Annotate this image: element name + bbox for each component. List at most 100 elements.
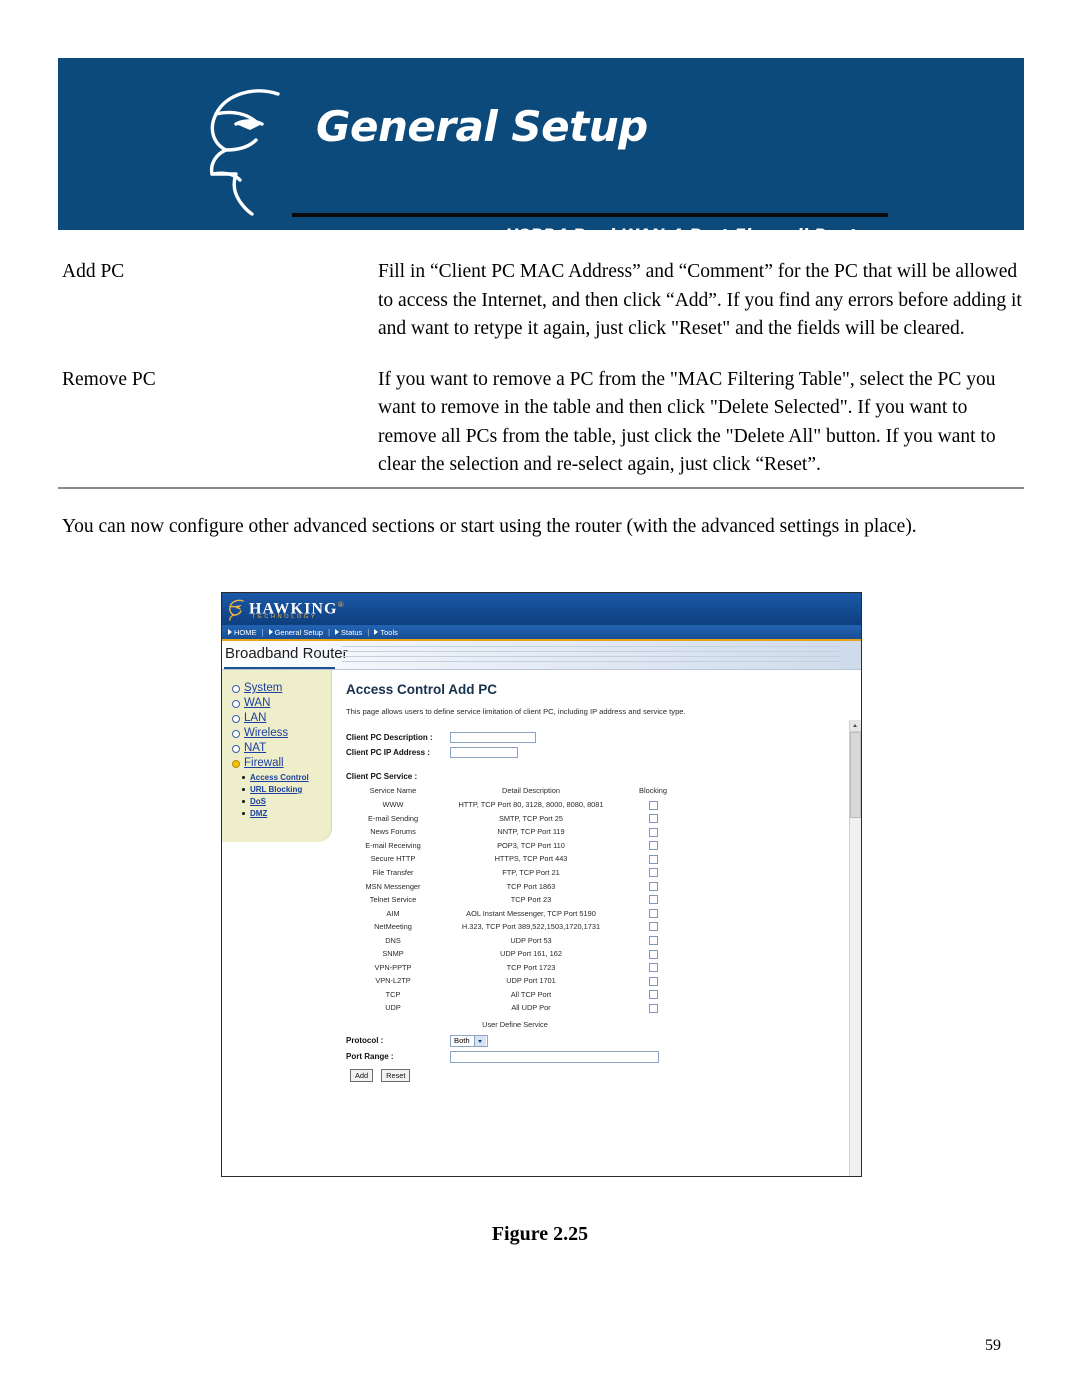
- service-detail: UDP Port 1701: [506, 976, 556, 986]
- definition-row-remove-pc: Remove PC If you want to remove a PC fro…: [62, 366, 1024, 480]
- table-row: E-mail Receiving POP3, TCP Port 110: [350, 839, 680, 853]
- service-detail: UDP Port 161, 162: [500, 949, 562, 959]
- table-row: TCP All TCP Port: [350, 988, 680, 1002]
- client-pc-description-input[interactable]: [450, 732, 536, 743]
- definition-term: Add PC: [62, 261, 125, 282]
- blocking-cell: [626, 852, 680, 866]
- sidebar-item-system[interactable]: System: [232, 682, 331, 695]
- sidebar-subitem-label: URL Blocking: [250, 785, 303, 794]
- sidebar-item-wan[interactable]: WAN: [232, 697, 331, 710]
- field-row-client-pc-ip: Client PC IP Address :: [346, 747, 861, 758]
- sidebar-item-label: Firewall: [244, 757, 284, 769]
- reset-button[interactable]: Reset: [381, 1068, 411, 1082]
- definition-row-add-pc: Add PC Fill in “Client PC MAC Address” a…: [62, 258, 1024, 344]
- blocking-checkbox[interactable]: [648, 800, 658, 810]
- blocking-checkbox[interactable]: [648, 841, 658, 851]
- service-detail: POP3, TCP Port 110: [497, 840, 565, 850]
- blocking-cell: [626, 920, 680, 934]
- sidebar-subitem-label: DMZ: [250, 809, 268, 818]
- table-row: AIM AOL Instant Messenger, TCP Port 5190: [350, 906, 680, 920]
- sidebar-subitem-dos[interactable]: DoS: [242, 796, 331, 807]
- blocking-checkbox[interactable]: [648, 963, 658, 973]
- service-name: SNMP: [382, 949, 404, 959]
- client-pc-service-label: Client PC Service :: [346, 772, 418, 781]
- sidebar-subitem-access-control[interactable]: Access Control: [242, 772, 331, 783]
- sidebar-item-wireless[interactable]: Wireless: [232, 727, 331, 740]
- nav-item-home[interactable]: HOME: [226, 628, 259, 637]
- sidebar-item-firewall[interactable]: Firewall: [232, 757, 331, 770]
- hawking-bird-logo-icon: [209, 89, 280, 216]
- sidebar-item-label: LAN: [244, 712, 267, 724]
- table-header-row: Service Name Detail Description Blocking: [350, 785, 680, 798]
- table-row: DNS UDP Port 53: [350, 933, 680, 947]
- sidebar-subitem-dmz[interactable]: DMZ: [242, 808, 331, 819]
- vertical-scrollbar[interactable]: [849, 720, 861, 1176]
- blocking-checkbox[interactable]: [648, 895, 658, 905]
- radio-circle-icon: [232, 729, 240, 738]
- sidebar-subitem-label: DoS: [250, 797, 266, 806]
- service-name: NetMeeting: [374, 922, 412, 932]
- port-range-label: Port Range :: [346, 1052, 394, 1062]
- blocking-cell: [626, 893, 680, 907]
- blocking-cell: [626, 879, 680, 893]
- port-range-input[interactable]: [450, 1050, 659, 1063]
- blocking-checkbox[interactable]: [648, 854, 658, 864]
- blocking-checkbox[interactable]: [648, 976, 658, 986]
- field-row-client-pc-description: Client PC Description :: [346, 732, 861, 743]
- client-pc-description-label: Client PC Description :: [346, 733, 433, 742]
- table-row: NetMeeting H.323, TCP Port 389,522,1503,…: [350, 920, 680, 934]
- router-navbar: HOME | General Setup | Status | Tools: [222, 625, 861, 641]
- nav-label: General Setup: [274, 627, 323, 637]
- nav-label: Status: [341, 627, 363, 637]
- blocking-checkbox[interactable]: [648, 949, 658, 959]
- add-button[interactable]: Add: [350, 1068, 374, 1082]
- field-row-protocol: Protocol : Both: [346, 1034, 861, 1047]
- protocol-label: Protocol :: [346, 1036, 384, 1046]
- service-name: File Transfer: [372, 868, 414, 877]
- nav-item-general-setup[interactable]: General Setup: [267, 628, 325, 637]
- blocking-checkbox[interactable]: [648, 1003, 658, 1013]
- sidebar-item-lan[interactable]: LAN: [232, 712, 331, 725]
- sidebar-item-nat[interactable]: NAT: [232, 742, 331, 755]
- sidebar-item-label: NAT: [244, 742, 267, 754]
- blocking-checkbox[interactable]: [648, 881, 658, 891]
- radio-circle-icon: [232, 684, 240, 693]
- service-detail: HTTP, TCP Port 80, 3128, 8000, 8080, 808…: [458, 800, 604, 810]
- service-detail: TCP Port 1863: [506, 881, 556, 891]
- router-titlebar: Broadband Router: [222, 641, 861, 670]
- client-pc-ip-input[interactable]: [450, 747, 518, 758]
- table-row: WWW HTTP, TCP Port 80, 3128, 8000, 8080,…: [350, 798, 680, 812]
- blocking-cell: [626, 988, 680, 1002]
- sidebar-subitem-url-blocking[interactable]: URL Blocking: [242, 784, 331, 795]
- service-detail: NNTP, TCP Port 119: [497, 827, 565, 837]
- service-detail: SMTP, TCP Port 25: [498, 813, 564, 823]
- blocking-checkbox[interactable]: [648, 936, 658, 946]
- blocking-checkbox[interactable]: [648, 868, 658, 878]
- page-banner: General Setup H2BR4 Dual WAN 4-Port Fire…: [58, 58, 1024, 230]
- sidebar-item-label: System: [244, 682, 283, 694]
- scroll-up-arrow-icon[interactable]: [850, 720, 861, 732]
- form-button-row: Add Reset: [350, 1068, 861, 1082]
- table-row: E-mail Sending SMTP, TCP Port 25: [350, 812, 680, 826]
- service-detail: All UDP Por: [511, 1003, 551, 1013]
- closing-paragraph: You can now configure other advanced sec…: [62, 516, 917, 537]
- blocking-checkbox[interactable]: [648, 908, 658, 918]
- blocking-checkbox[interactable]: [648, 990, 658, 1000]
- column-header-service-name: Service Name: [369, 786, 417, 795]
- protocol-selected-value: Both: [454, 1036, 470, 1046]
- scrollbar-thumb[interactable]: [850, 732, 861, 818]
- service-name: AIM: [386, 908, 400, 918]
- service-detail: All TCP Port: [510, 989, 552, 999]
- nav-item-status[interactable]: Status: [333, 628, 364, 637]
- blocking-checkbox[interactable]: [648, 827, 658, 837]
- blocking-checkbox[interactable]: [648, 814, 658, 824]
- banner-title: General Setup: [316, 102, 648, 151]
- service-name: MSN Messenger: [365, 881, 421, 891]
- nav-item-tools[interactable]: Tools: [372, 628, 400, 637]
- triangle-right-icon: [335, 629, 340, 635]
- protocol-select[interactable]: Both: [450, 1034, 488, 1047]
- service-detail: TCP Port 23: [510, 895, 552, 905]
- service-detail: AOL Instant Messenger, TCP Port 5190: [466, 908, 596, 918]
- sidebar-submenu-firewall: Access Control URL Blocking DoS DMZ: [242, 772, 331, 819]
- blocking-checkbox[interactable]: [648, 922, 658, 932]
